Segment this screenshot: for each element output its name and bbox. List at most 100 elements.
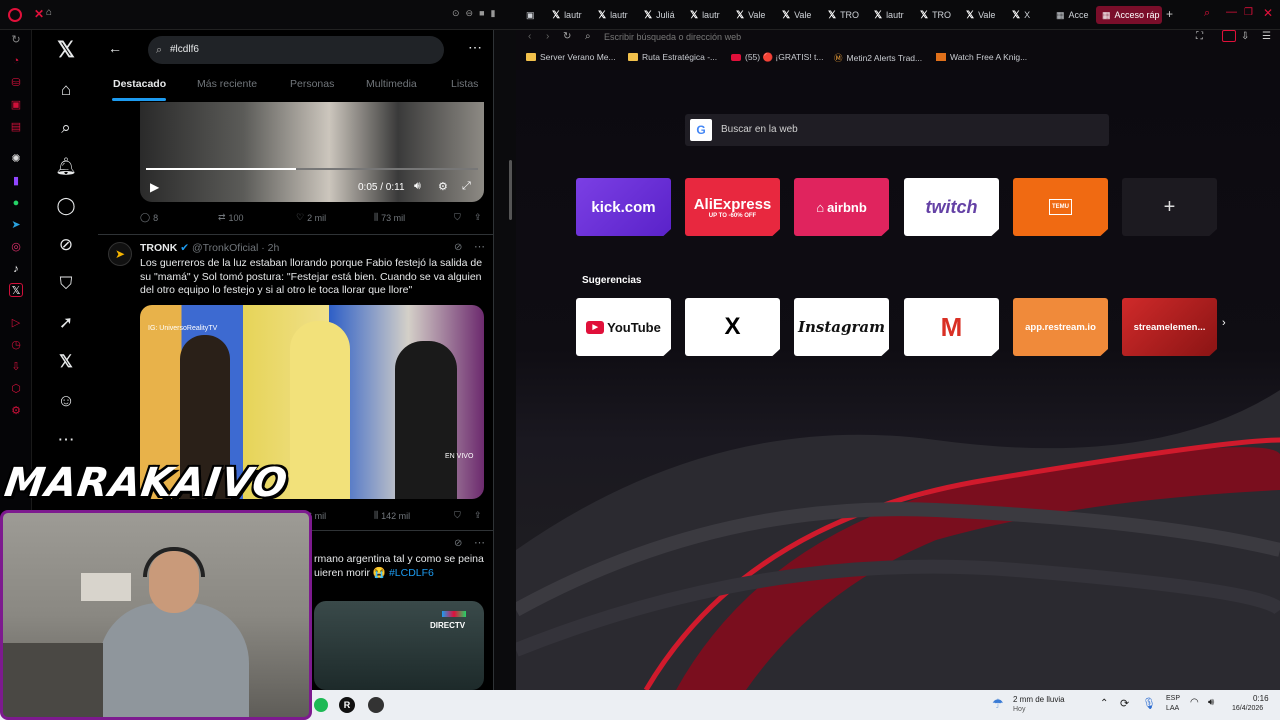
author-name[interactable]: TRONK [140, 242, 177, 254]
grok-icon[interactable]: ⊘ [50, 229, 82, 261]
mic-icon[interactable]: 🎙︎ [1142, 697, 1156, 710]
app-icon[interactable] [368, 697, 384, 713]
tweet-video[interactable]: ▶ 0:05 / 0:11 🔊︎ ⚙ ⤢ [140, 102, 484, 202]
premium-x-icon[interactable]: 𝕏 [50, 346, 82, 378]
bookmark-icon[interactable]: ⛉ [454, 212, 461, 223]
tiktok-icon[interactable]: ♪ [9, 262, 23, 276]
fullscreen-icon[interactable]: ⤢ [462, 180, 471, 193]
tab-5[interactable]: 𝕏lautr [690, 6, 730, 24]
tab-6[interactable]: 𝕏 Vale [736, 6, 776, 24]
tile-kick[interactable]: kick.com [576, 178, 671, 236]
reload-icon[interactable]: ↻ [563, 31, 571, 42]
tab-mas-reciente[interactable]: Más reciente [197, 78, 257, 90]
home-icon[interactable]: ⌂ [50, 74, 82, 106]
tab-multimedia[interactable]: Multimedia [366, 78, 417, 90]
telegram-icon[interactable]: ➤ [9, 218, 23, 232]
x-logo-icon[interactable]: 𝕏 [50, 34, 82, 66]
player-icon[interactable]: ▷ [9, 316, 23, 330]
avatar[interactable]: ➤ [108, 242, 132, 266]
back-icon[interactable]: ‹ [528, 31, 531, 42]
add-speed-dial-button[interactable]: + [1122, 178, 1217, 236]
clock-time[interactable]: 0:16 [1253, 694, 1269, 703]
notifications-icon[interactable]: 🔔︎ [50, 151, 82, 183]
views-stat[interactable]: ⫼ 73 mil [374, 212, 405, 223]
settings-icon[interactable]: ⚙ [9, 404, 23, 418]
web-search-box[interactable]: G Buscar en la web [685, 114, 1109, 146]
bookmark-5[interactable]: Watch Free A Knig... [936, 52, 1027, 62]
tile-streamelements[interactable]: streamelemen... [1122, 298, 1217, 356]
bookmark-1[interactable]: Server Verano Me... [526, 52, 616, 62]
reply-stat[interactable]: ◯ 8 [140, 212, 158, 223]
tab-3[interactable]: 𝕏lautr [598, 6, 638, 24]
downloads-icon[interactable]: ⇩ [1241, 31, 1249, 42]
like-stat[interactable]: ♡ 2 mil [296, 212, 326, 223]
tab-4[interactable]: 𝕏 Juliá [644, 6, 684, 24]
search-icon[interactable]: ⌕ [50, 112, 82, 144]
instagram-icon[interactable]: ◎ [9, 240, 23, 254]
tweet2-views-stat[interactable]: ⫼ 142 mil [374, 510, 410, 521]
tile-restream[interactable]: app.restream.io [1013, 298, 1108, 356]
tab-listas[interactable]: Listas [451, 78, 478, 90]
scrollbar[interactable] [509, 160, 512, 220]
x-sidebar-icon[interactable]: 𝕏 [9, 283, 23, 297]
suggestions-next-icon[interactable]: › [1222, 317, 1226, 329]
snapshot-icon[interactable]: ⛶ [1196, 31, 1203, 42]
tab-8[interactable]: 𝕏 TRO [828, 6, 868, 24]
author-handle[interactable]: @TronkOficial [192, 242, 258, 254]
forward-icon[interactable]: › [546, 31, 549, 42]
history-icon[interactable]: ◷ [9, 338, 23, 352]
bag-icon[interactable]: ⛁ [9, 76, 23, 90]
tile-airbnb[interactable]: ⌂ airbnb [794, 178, 889, 236]
aria-icon[interactable]: ◔ [9, 54, 23, 68]
grok-tweet-icon[interactable]: ⊘ [454, 538, 462, 549]
maximize-icon[interactable]: ❐ [1244, 7, 1253, 18]
back-arrow-icon[interactable]: ← [108, 40, 122, 56]
bookmark-2[interactable]: Ruta Estratégica -... [628, 52, 717, 62]
address-bar[interactable]: Escribir búsqueda o dirección web [604, 32, 1164, 42]
search-input[interactable]: ⌕ #lcdlf6 [148, 36, 444, 64]
tab-13[interactable]: ▦ Acce [1056, 6, 1092, 24]
tab-10[interactable]: 𝕏 TRO [920, 6, 960, 24]
tweet-more-icon[interactable]: ⋯ [474, 536, 485, 549]
tile-youtube[interactable]: ▶ YouTube [576, 298, 671, 356]
chatgpt-icon[interactable]: ✺ [9, 152, 23, 166]
tray-icon-1[interactable]: ⟳ [1120, 697, 1129, 710]
more-icon[interactable]: ⋯ [50, 424, 82, 456]
weather-text[interactable]: 2 mm de lluvia [1013, 695, 1065, 704]
repost-stat[interactable]: ⇄ 100 [218, 212, 244, 223]
menu-icon[interactable]: ☰ [1262, 31, 1271, 42]
refresh-icon[interactable]: ↻ [9, 33, 23, 47]
minimize-icon[interactable]: — [1226, 6, 1237, 18]
tab-12[interactable]: 𝕏X [1012, 6, 1042, 24]
window-close-icon[interactable]: ✕ [1263, 6, 1273, 20]
share-icon[interactable]: ⇪ [474, 212, 482, 223]
bookmark-3[interactable]: (55) 🔴 ¡GRATIS! t... [731, 52, 823, 63]
language[interactable]: ESP [1166, 695, 1180, 702]
tile-instagram[interactable]: Instagram [794, 298, 889, 356]
tab-search-icon[interactable]: ⌕ [1204, 7, 1210, 20]
spotify-icon[interactable] [314, 698, 328, 712]
messages-icon[interactable]: ◯ [50, 190, 82, 222]
play-icon[interactable]: ▶ [150, 180, 159, 194]
hashtag-link[interactable]: #LCDLF6 [389, 567, 434, 579]
tile-gmail[interactable]: M [904, 298, 999, 356]
tab-14-active[interactable]: ▦ Acceso ráp [1096, 6, 1162, 24]
grok-tweet-icon[interactable]: ⊘ [454, 242, 462, 253]
tile-x[interactable]: X [685, 298, 780, 356]
tweet-more-icon[interactable]: ⋯ [474, 240, 485, 253]
wifi-icon[interactable]: ◠ [1190, 697, 1199, 708]
tab-personas[interactable]: Personas [290, 78, 334, 90]
tab-7[interactable]: 𝕏 Vale [782, 6, 822, 24]
opera-logo-icon[interactable] [8, 8, 22, 22]
tab-destacado[interactable]: Destacado [113, 78, 166, 90]
more-options-icon[interactable]: ⋯ [468, 39, 482, 56]
tv-icon[interactable]: ▣ [9, 98, 23, 112]
profile-icon[interactable]: ☺ [50, 385, 82, 417]
chevron-up-icon[interactable]: ⌃ [1100, 698, 1108, 709]
tab-2[interactable]: 𝕏lautr [552, 6, 592, 24]
download-icon[interactable]: ⇩ [9, 360, 23, 374]
volume-icon[interactable]: 🔊︎ [414, 180, 421, 193]
r-app-icon[interactable]: R [339, 697, 355, 713]
extensions-icon[interactable] [1222, 30, 1236, 42]
volume-icon[interactable]: 🔊︎ [1208, 697, 1214, 708]
